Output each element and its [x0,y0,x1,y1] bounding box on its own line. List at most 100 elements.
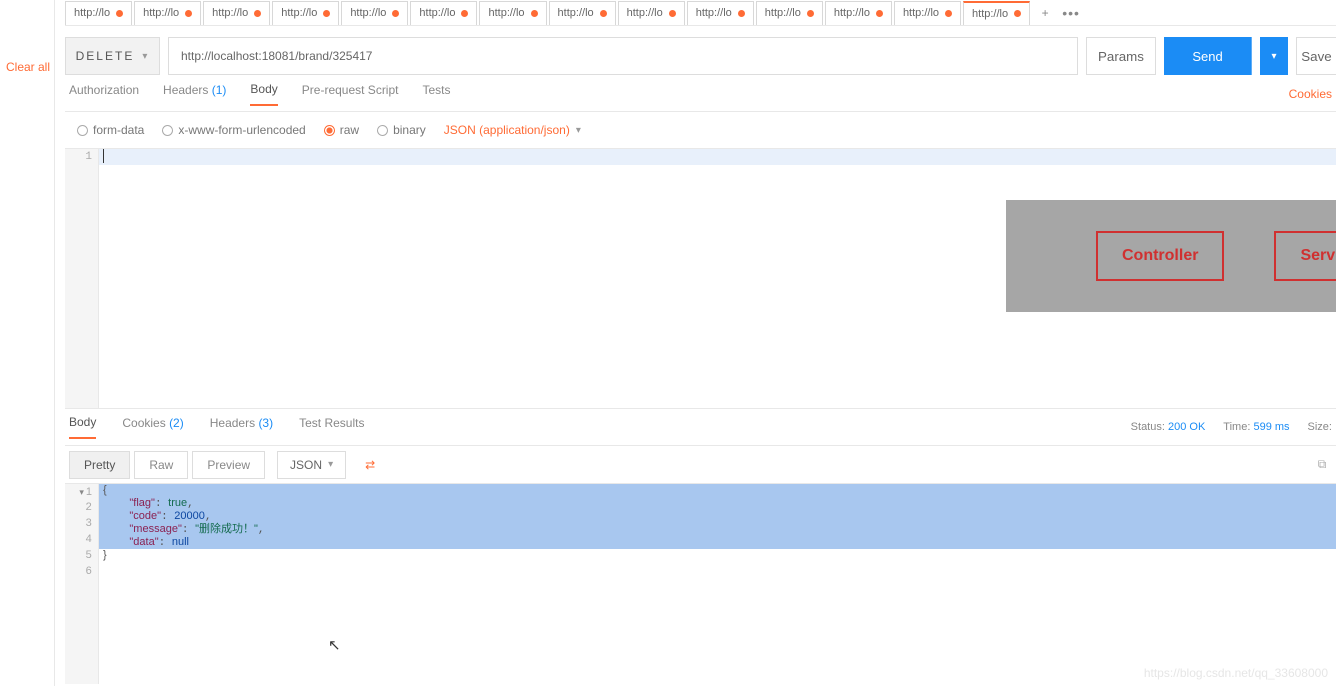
request-tab[interactable]: http://lo [65,1,132,25]
request-tab[interactable]: http://lo [479,1,546,25]
view-pretty-button[interactable]: Pretty [69,451,130,479]
tab-label: http://lo [281,7,317,19]
content-type-dropdown[interactable]: JSON (application/json) ▾ [444,123,581,137]
tab-overflow-button[interactable]: ••• [1058,5,1084,21]
unsaved-dot-icon [1014,10,1021,17]
url-input[interactable] [168,37,1078,75]
line-number: ▾1 [65,484,98,500]
radio-text: raw [340,123,359,137]
unsaved-dot-icon [945,10,952,17]
tab-strip: http://lo http://lo http://lo http://lo … [65,0,1336,26]
tab-authorization[interactable]: Authorization [69,83,139,105]
request-tab[interactable]: http://lo [963,1,1030,25]
size-label: Size: [1308,421,1332,433]
tab-label: Headers [163,83,208,97]
resp-tab-cookies[interactable]: Cookies (2) [122,416,183,438]
code-line: { [99,484,1336,497]
unsaved-dot-icon [600,10,607,17]
radio-urlencoded[interactable]: x-www-form-urlencoded [162,123,305,137]
tab-tests[interactable]: Tests [422,83,450,105]
count-badge: (3) [258,416,273,430]
time-label: Time: [1223,421,1250,433]
resp-tab-tests[interactable]: Test Results [299,416,364,438]
tab-label: http://lo [765,7,801,19]
wrap-lines-icon[interactable]: ⇄ [356,451,384,479]
service-box: Service [1274,231,1336,281]
chevron-down-icon: ▾ [576,125,581,136]
radio-icon [162,125,173,136]
request-tab[interactable]: http://lo [341,1,408,25]
radio-icon [324,125,335,136]
radio-icon [377,125,388,136]
tab-label: http://lo [696,7,732,19]
resp-tab-headers[interactable]: Headers (3) [210,416,273,438]
annotation-overlay: Controller Service [1006,200,1336,312]
tab-body[interactable]: Body [250,82,277,106]
send-dropdown-button[interactable]: ▾ [1260,37,1288,75]
unsaved-dot-icon [669,10,676,17]
request-tab[interactable]: http://lo [894,1,961,25]
code-line: "data": null [99,536,1336,549]
view-preview-button[interactable]: Preview [192,451,265,479]
tab-headers[interactable]: Headers (1) [163,83,226,105]
radio-binary[interactable]: binary [377,123,426,137]
response-body-viewer[interactable]: ▾1 2 3 4 5 6 { "flag": true, "code": 200… [65,484,1336,684]
unsaved-dot-icon [254,10,261,17]
clear-all-link[interactable]: Clear all [6,60,50,74]
format-label: JSON [290,458,322,472]
line-number: 6 [65,564,98,580]
tab-label: http://lo [834,7,870,19]
new-tab-button[interactable]: + [1032,6,1058,20]
copy-icon[interactable]: ⧉ [1308,451,1336,479]
request-tab[interactable]: http://lo [687,1,754,25]
http-method-dropdown[interactable]: DELETE ▾ [65,37,160,75]
params-button[interactable]: Params [1086,37,1156,75]
request-tab[interactable]: http://lo [756,1,823,25]
resp-tab-body[interactable]: Body [69,415,96,439]
radio-form-data[interactable]: form-data [77,123,144,137]
tab-label: http://lo [212,7,248,19]
tab-label: Headers [210,416,255,430]
unsaved-dot-icon [738,10,745,17]
radio-raw[interactable]: raw [324,123,359,137]
unsaved-dot-icon [807,10,814,17]
code-line: "code": 20000, [99,510,1336,523]
tab-label: http://lo [488,7,524,19]
tab-label: http://lo [74,7,110,19]
controller-box: Controller [1096,231,1224,281]
request-tab[interactable]: http://lo [825,1,892,25]
tab-label: http://lo [143,7,179,19]
status-value: 200 OK [1168,421,1205,433]
line-number: 2 [65,500,98,516]
time-value: 599 ms [1253,421,1289,433]
request-tab[interactable]: http://lo [618,1,685,25]
line-number: 1 [65,149,98,165]
line-number: 5 [65,548,98,564]
request-tab[interactable]: http://lo [134,1,201,25]
request-tab[interactable]: http://lo [203,1,270,25]
line-number: 4 [65,532,98,548]
radio-text: binary [393,123,426,137]
tab-label: http://lo [558,7,594,19]
format-dropdown[interactable]: JSON ▾ [277,451,346,479]
response-gutter: ▾1 2 3 4 5 6 [65,484,99,684]
count-badge: (2) [169,416,184,430]
save-button[interactable]: Save [1296,37,1336,75]
send-button[interactable]: Send [1164,37,1252,75]
request-tab[interactable]: http://lo [410,1,477,25]
request-tab[interactable]: http://lo [272,1,339,25]
content-type-label: JSON (application/json) [444,123,570,137]
view-raw-button[interactable]: Raw [134,451,188,479]
method-label: DELETE [76,49,135,63]
unsaved-dot-icon [531,10,538,17]
unsaved-dot-icon [876,10,883,17]
cookies-link[interactable]: Cookies [1289,87,1336,101]
editor-gutter: 1 [65,149,99,408]
chevron-down-icon: ▾ [328,459,333,470]
radio-text: x-www-form-urlencoded [178,123,305,137]
tab-prerequest[interactable]: Pre-request Script [302,83,399,105]
text-cursor [103,149,104,163]
request-tab[interactable]: http://lo [549,1,616,25]
tab-label: http://lo [627,7,663,19]
line-number: 3 [65,516,98,532]
